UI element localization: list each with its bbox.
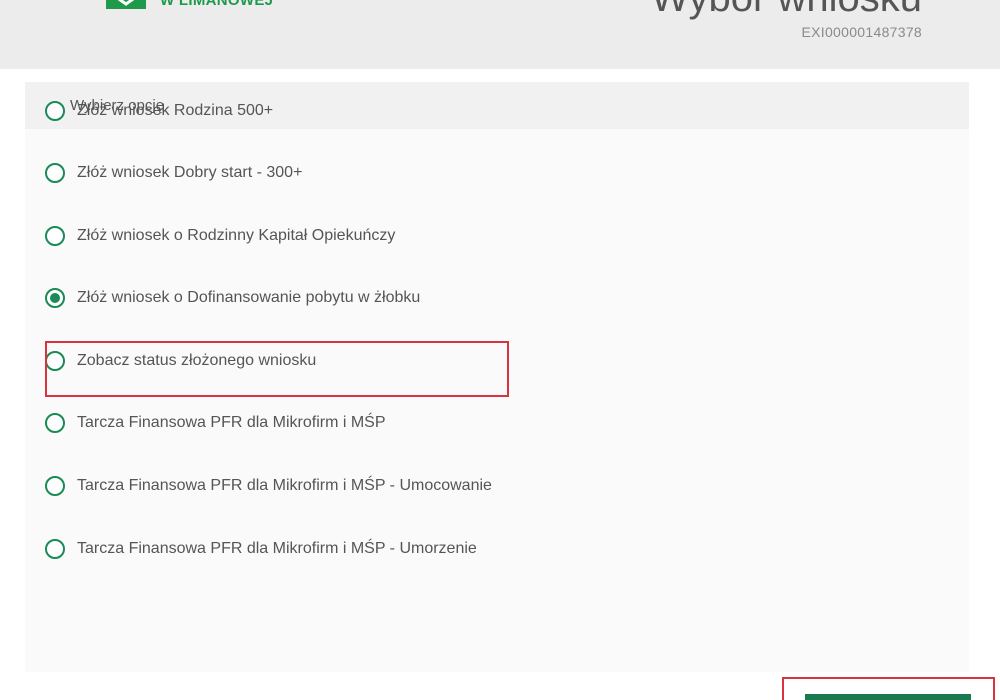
reference-number: EXI000001487378 [801, 24, 922, 40]
radio-button[interactable] [45, 101, 65, 121]
option-label: Złóż wniosek o Dofinansowanie pobytu w ż… [77, 289, 421, 306]
option-label: Tarcza Finansowa PFR dla Mikrofirm i MŚP [77, 414, 386, 431]
radio-button[interactable] [45, 163, 65, 183]
option-label: Zobacz status złożonego wniosku [77, 352, 317, 369]
option-tarcza-pfr[interactable]: Tarcza Finansowa PFR dla Mikrofirm i MŚP [45, 409, 386, 437]
option-label: Złóż wniosek o Rodzinny Kapitał Opiekuńc… [77, 227, 396, 244]
submit-highlight [782, 677, 995, 700]
envelope-logo-icon [106, 0, 146, 9]
submit-button[interactable] [805, 694, 971, 700]
page-header: W LIMANOWEJ Wybór wniosku EXI00000148737… [0, 0, 1000, 69]
option-label: Tarcza Finansowa PFR dla Mikrofirm i MŚP… [77, 477, 492, 494]
radio-button[interactable] [45, 476, 65, 496]
option-label: Złóż wniosek Dobry start - 300+ [77, 164, 303, 181]
option-kapital-opiekunczy[interactable]: Złóż wniosek o Rodzinny Kapitał Opiekuńc… [45, 222, 395, 250]
option-rodzina-500[interactable]: Złóż wniosek Rodzina 500+ [45, 97, 273, 125]
radio-button[interactable] [45, 351, 65, 371]
option-label: Tarcza Finansowa PFR dla Mikrofirm i MŚP… [77, 540, 477, 557]
radio-button[interactable] [45, 226, 65, 246]
option-status-wniosku[interactable]: Zobacz status złożonego wniosku [45, 347, 316, 375]
option-tarcza-pfr-umocowanie[interactable]: Tarcza Finansowa PFR dla Mikrofirm i MŚP… [45, 472, 492, 500]
logo-text: W LIMANOWEJ [160, 0, 274, 9]
option-tarcza-pfr-umorzenie[interactable]: Tarcza Finansowa PFR dla Mikrofirm i MŚP… [45, 535, 477, 563]
radio-button-selected[interactable] [45, 288, 65, 308]
page-title: Wybór wniosku [651, 0, 922, 21]
radio-button[interactable] [45, 413, 65, 433]
radio-button[interactable] [45, 539, 65, 559]
option-dobry-start[interactable]: Złóż wniosek Dobry start - 300+ [45, 159, 302, 187]
option-dofinansowanie-zlobka[interactable]: Złóż wniosek o Dofinansowanie pobytu w ż… [45, 284, 420, 312]
option-label: Złóż wniosek Rodzina 500+ [77, 102, 274, 119]
